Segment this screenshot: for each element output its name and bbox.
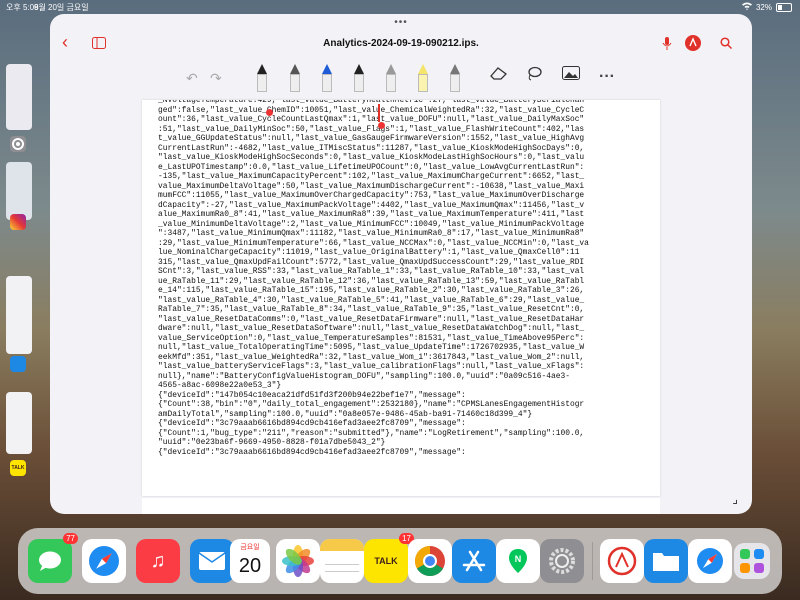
blue-pen-tool-icon[interactable] bbox=[322, 64, 332, 94]
settings-app-icon[interactable] bbox=[10, 136, 26, 152]
safari-app-icon[interactable] bbox=[82, 539, 126, 583]
pen-tool-icon[interactable] bbox=[257, 64, 267, 94]
kakaotalk-app-icon[interactable]: TALK bbox=[10, 460, 26, 476]
notes-header bbox=[320, 539, 364, 551]
status-bar: 오후 5:08 9월 20일 금요일 32% bbox=[0, 0, 800, 14]
wifi-icon bbox=[741, 2, 752, 12]
eraser-icon[interactable] bbox=[490, 66, 508, 85]
photos-app-icon[interactable] bbox=[276, 539, 320, 583]
lasso-icon[interactable] bbox=[526, 66, 542, 87]
notes-line bbox=[325, 571, 359, 572]
battery-icon bbox=[776, 2, 792, 12]
document-title[interactable]: Analytics-2024-09-19-090212.ips. bbox=[50, 38, 752, 49]
instagram-app-icon[interactable] bbox=[10, 214, 26, 230]
app-library-icon[interactable] bbox=[734, 543, 770, 579]
pdf-markup-app-icon[interactable] bbox=[600, 539, 644, 583]
background-app-card-2[interactable] bbox=[6, 162, 32, 220]
dock-divider bbox=[592, 542, 593, 580]
calendar-app-icon[interactable]: 금요일 20 bbox=[230, 539, 270, 583]
battery-percent: 32% bbox=[755, 2, 772, 12]
status-right: 32% bbox=[741, 2, 792, 12]
safari-recent-app-icon[interactable] bbox=[688, 539, 732, 583]
markup-toolbar: ↶ ↷ ··· bbox=[50, 64, 752, 98]
markup-pen-icon[interactable] bbox=[684, 34, 702, 55]
pages-window[interactable]: ••• ‹ Analytics-2024-09-19-090212.ips. ↶… bbox=[50, 14, 752, 514]
settings-dock-icon[interactable] bbox=[540, 539, 584, 583]
undo-icon[interactable]: ↶ bbox=[186, 70, 198, 87]
pencil-tool-icon[interactable] bbox=[386, 64, 396, 94]
notes-app-icon[interactable] bbox=[320, 539, 364, 583]
annotation-mark bbox=[378, 122, 385, 129]
window-grab-handle[interactable]: ••• bbox=[394, 17, 408, 28]
kakaotalk-label: TALK bbox=[374, 556, 398, 566]
annotation-stroke bbox=[378, 104, 380, 122]
highlighter-tool-icon[interactable] bbox=[418, 64, 428, 94]
background-app-card-1[interactable] bbox=[6, 64, 32, 130]
document-page[interactable]: _NVoltageTemperature:429,"last_value_Bat… bbox=[142, 100, 660, 496]
battery-level bbox=[778, 4, 782, 10]
resize-handle-icon[interactable]: ⌟ bbox=[732, 492, 738, 506]
gray-pen-tool-icon[interactable] bbox=[450, 64, 460, 94]
fountain-pen-tool-icon[interactable] bbox=[290, 64, 300, 94]
annotation-mark bbox=[266, 109, 273, 116]
app-store-app-icon[interactable] bbox=[452, 539, 496, 583]
messages-badge: 77 bbox=[63, 533, 78, 544]
document-next-page[interactable] bbox=[142, 498, 660, 514]
more-options-icon[interactable]: ··· bbox=[599, 68, 615, 86]
calendar-day: 20 bbox=[238, 555, 262, 577]
music-app-icon[interactable]: ♫ bbox=[136, 539, 180, 583]
naver-map-app-icon[interactable]: N bbox=[496, 539, 540, 583]
files-app-icon[interactable] bbox=[10, 356, 26, 372]
redo-icon[interactable]: ↷ bbox=[210, 70, 222, 87]
calendar-weekday: 금요일 bbox=[240, 544, 260, 551]
dock: 77 ♫ 금요일 20 TALK 17 N bbox=[18, 528, 782, 594]
background-app-card-4[interactable] bbox=[6, 392, 32, 454]
image-insert-icon[interactable] bbox=[562, 66, 580, 85]
search-icon[interactable] bbox=[720, 36, 733, 52]
svg-text:N: N bbox=[515, 554, 522, 564]
kakaotalk-dock-icon[interactable]: TALK 17 bbox=[364, 533, 414, 583]
notes-line bbox=[325, 564, 359, 565]
microphone-icon[interactable] bbox=[662, 37, 672, 54]
messages-app-icon[interactable]: 77 bbox=[28, 533, 78, 583]
mail-app-icon[interactable] bbox=[190, 539, 234, 583]
chrome-app-icon[interactable] bbox=[408, 539, 452, 583]
background-app-card-3[interactable] bbox=[6, 276, 32, 354]
status-date: 9월 20일 금요일 bbox=[34, 3, 89, 12]
document-text: _NVoltageTemperature:429,"last_value_Bat… bbox=[158, 100, 589, 457]
files-dock-icon[interactable] bbox=[644, 539, 688, 583]
black-marker-tool-icon[interactable] bbox=[354, 64, 364, 94]
